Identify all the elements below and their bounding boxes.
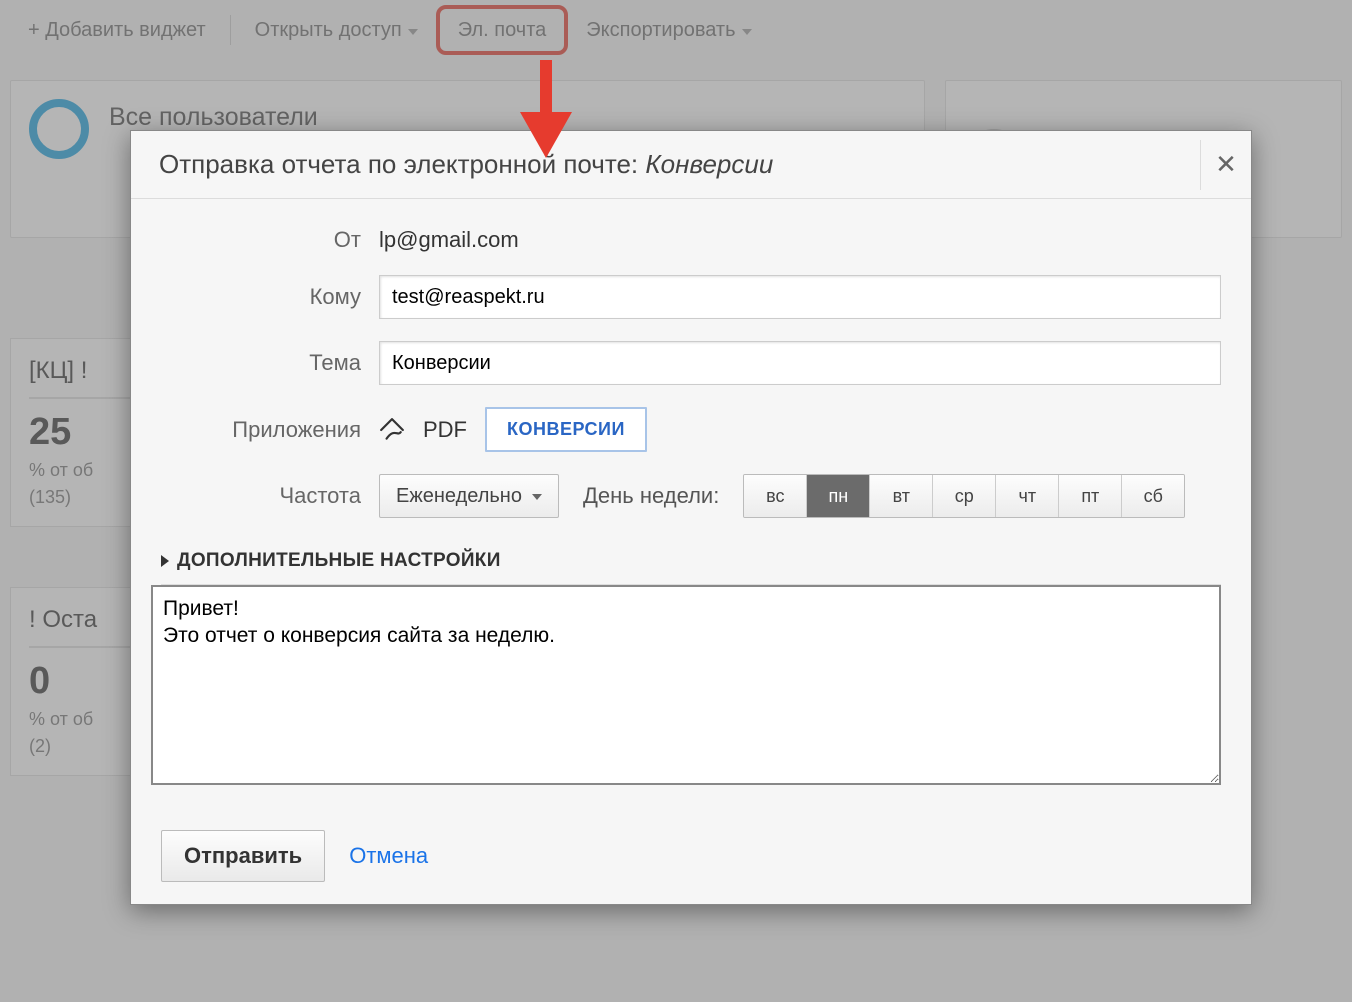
close-button[interactable]: ✕ (1200, 140, 1251, 190)
send-button[interactable]: Отправить (161, 830, 325, 882)
close-icon: ✕ (1215, 149, 1237, 180)
attachment-type: PDF (423, 417, 467, 443)
email-report-modal: Отправка отчета по электронной почте: Ко… (130, 130, 1252, 905)
attachment-chip[interactable]: КОНВЕРСИИ (485, 407, 647, 452)
from-row: От lp@gmail.com (161, 227, 1221, 253)
day-button-сб[interactable]: сб (1121, 475, 1184, 517)
to-input[interactable] (379, 275, 1221, 319)
subject-label: Тема (161, 350, 379, 376)
day-button-вт[interactable]: вт (869, 475, 932, 517)
pdf-icon (379, 417, 405, 443)
frequency-label: Частота (161, 483, 379, 509)
day-button-пн[interactable]: пн (806, 475, 869, 517)
to-label: Кому (161, 284, 379, 310)
modal-body: От lp@gmail.com Кому Тема Приложения PDF… (131, 199, 1251, 808)
frequency-value: Еженедельно (396, 485, 522, 508)
modal-footer: Отправить Отмена (131, 808, 1251, 904)
frequency-row: Частота Еженедельно День недели: вспнвтс… (161, 474, 1221, 518)
subject-row: Тема (161, 341, 1221, 385)
from-label: От (161, 227, 379, 253)
from-value: lp@gmail.com (379, 227, 1221, 253)
frequency-select[interactable]: Еженедельно (379, 474, 559, 518)
attachments-row: Приложения PDF КОНВЕРСИИ (161, 407, 1221, 452)
modal-title-name: Конверсии (645, 149, 773, 179)
subject-input[interactable] (379, 341, 1221, 385)
attachments-content: PDF КОНВЕРСИИ (379, 407, 647, 452)
triangle-right-icon (161, 555, 169, 567)
day-button-чт[interactable]: чт (995, 475, 1058, 517)
cancel-button[interactable]: Отмена (349, 843, 428, 869)
day-button-вс[interactable]: вс (744, 475, 806, 517)
callout-arrow (506, 60, 586, 160)
day-of-week-group: вспнвтсрчтптсб (743, 474, 1185, 518)
attachments-label: Приложения (161, 417, 379, 443)
day-button-пт[interactable]: пт (1058, 475, 1121, 517)
day-of-week-label: День недели: (583, 483, 719, 509)
advanced-settings-toggle[interactable]: ДОПОЛНИТЕЛЬНЫЕ НАСТРОЙКИ (161, 540, 1221, 585)
chevron-down-icon (532, 494, 542, 500)
modal-title: Отправка отчета по электронной почте: Ко… (159, 149, 773, 180)
to-row: Кому (161, 275, 1221, 319)
day-button-ср[interactable]: ср (932, 475, 995, 517)
modal-header: Отправка отчета по электронной почте: Ко… (131, 131, 1251, 199)
message-textarea[interactable] (151, 585, 1221, 785)
advanced-settings-label: ДОПОЛНИТЕЛЬНЫЕ НАСТРОЙКИ (177, 550, 501, 572)
